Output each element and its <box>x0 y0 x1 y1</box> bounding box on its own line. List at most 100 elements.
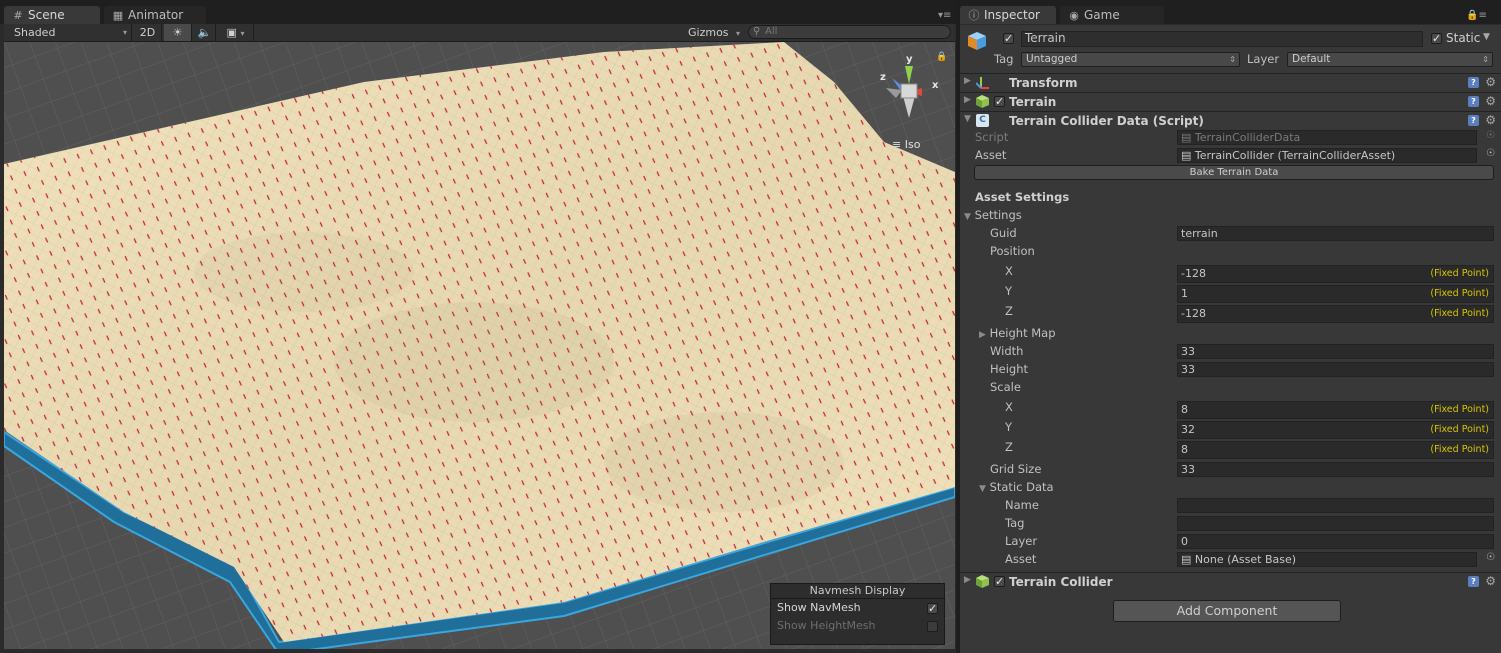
terrain-collider-enabled-checkbox[interactable]: ✓ <box>994 576 1005 587</box>
help-icon[interactable]: ? <box>1468 77 1479 88</box>
lighting-toggle[interactable]: ☀ <box>164 24 192 41</box>
static-asset-label: Asset <box>1005 552 1037 566</box>
collapse-arrow-icon: ▼ <box>979 484 986 494</box>
gizmo-x-label: x <box>932 80 939 91</box>
grid-size-input[interactable]: 33 <box>1177 462 1494 477</box>
script-icon: C <box>976 114 989 127</box>
inspector-tabbar: ⓘ Inspector ◉ Game 🔒≡ <box>960 0 1501 24</box>
projection-toggle[interactable]: ≡ Iso <box>892 138 920 151</box>
gear-icon[interactable]: ⚙ <box>1485 75 1496 89</box>
terrain-collider-icon <box>976 575 989 588</box>
lock-icon[interactable]: 🔒 <box>936 52 947 62</box>
image-icon: ▣ <box>226 26 237 39</box>
search-input[interactable]: ⚲ All <box>748 25 951 39</box>
position-z-input[interactable]: -128 (Fixed Point) <box>1177 305 1494 323</box>
tab-scene[interactable]: # Scene <box>4 6 100 24</box>
updown-icon: ⇕ <box>1482 55 1489 64</box>
gameobject-cube-icon <box>967 31 987 51</box>
bake-terrain-data-button[interactable]: Bake Terrain Data <box>974 165 1494 180</box>
height-map-foldout[interactable]: ▶ Height Map <box>979 325 1056 343</box>
static-layer-input[interactable]: 0 <box>1177 534 1494 549</box>
shading-dropdown[interactable]: Shaded ▾ <box>4 24 132 41</box>
navmesh-display-panel: Navmesh Display Show NavMesh ✓ Show Heig… <box>770 583 945 645</box>
width-input[interactable]: 33 <box>1177 344 1494 359</box>
chevron-down-icon: ▾ <box>736 29 741 38</box>
scale-x-input[interactable]: 8 (Fixed Point) <box>1177 401 1494 419</box>
add-component-button[interactable]: Add Component <box>1113 600 1341 622</box>
gear-icon[interactable]: ⚙ <box>1485 94 1496 108</box>
show-navmesh-checkbox[interactable]: ✓ <box>927 603 938 614</box>
panel-menu-icon[interactable]: ▾≡ <box>938 10 951 21</box>
asset-file-icon: ▤ <box>1181 553 1195 566</box>
asset-field[interactable]: ▤ TerrainCollider (TerrainColliderAsset) <box>1177 148 1477 163</box>
position-y-input[interactable]: 1 (Fixed Point) <box>1177 285 1494 303</box>
help-icon[interactable]: ? <box>1468 576 1479 587</box>
search-icon: ⚲ <box>753 26 761 37</box>
tab-animator[interactable]: ▦ Animator <box>104 6 206 24</box>
layer-label: Layer <box>1247 52 1280 66</box>
tag-dropdown[interactable]: Untagged ⇕ <box>1021 52 1240 67</box>
expand-arrow-icon: ▶ <box>964 76 971 86</box>
static-checkbox[interactable]: ✓ <box>1431 33 1442 44</box>
object-picker-icon[interactable]: ☉ <box>1486 552 1495 563</box>
position-y-label: Y <box>1005 284 1013 298</box>
terrain-icon <box>976 95 989 108</box>
height-input[interactable]: 33 <box>1177 362 1494 377</box>
guid-input[interactable]: terrain <box>1177 226 1494 241</box>
expand-arrow-icon: ▶ <box>964 95 971 105</box>
show-heightmesh-checkbox[interactable] <box>927 621 938 632</box>
scene-icon: # <box>13 9 23 22</box>
speaker-icon: 🔈 <box>197 26 212 39</box>
settings-foldout[interactable]: ▼ Settings <box>964 207 1022 225</box>
script-label: Script <box>975 130 1009 144</box>
navmesh-panel-title: Navmesh Display <box>771 584 944 599</box>
gizmos-dropdown[interactable]: Gizmos ▾ <box>688 24 744 41</box>
tab-game[interactable]: ◉ Game <box>1060 6 1164 24</box>
static-label: Static <box>1446 31 1481 45</box>
transform-component-header[interactable]: ▶ Transform ? ⚙ <box>960 73 1501 92</box>
expand-arrow-icon: ▶ <box>964 575 971 585</box>
transform-axes-icon <box>975 76 989 89</box>
orientation-gizmo[interactable]: y x z ≡ Iso <box>872 54 946 154</box>
position-x-input[interactable]: -128 (Fixed Point) <box>1177 265 1494 283</box>
collider-data-component-header[interactable]: ▼ C Terrain Collider Data (Script) ? ⚙ <box>960 111 1501 130</box>
object-picker-icon: ☉ <box>1486 130 1495 141</box>
audio-toggle[interactable]: 🔈 <box>194 24 216 41</box>
height-label: Height <box>990 362 1029 376</box>
scene-toolbar: Shaded ▾ 2D ☀ 🔈 ▣ ▾ Gizmos ▾ ⚲ All <box>4 24 955 42</box>
static-name-label: Name <box>1005 498 1039 512</box>
static-data-foldout[interactable]: ▼ Static Data <box>979 479 1054 497</box>
scale-y-input[interactable]: 32 (Fixed Point) <box>1177 421 1494 439</box>
chevron-down-icon: ▾ <box>122 28 127 37</box>
width-label: Width <box>990 344 1024 358</box>
layer-dropdown[interactable]: Default ⇕ <box>1287 52 1493 67</box>
object-name-input[interactable]: Terrain <box>1021 31 1423 47</box>
show-navmesh-row[interactable]: Show NavMesh ✓ <box>771 599 944 617</box>
static-tag-input[interactable] <box>1177 516 1494 531</box>
scale-z-label: Z <box>1005 440 1013 454</box>
terrain-collider-component-header[interactable]: ▶ ✓ Terrain Collider ? ⚙ <box>960 572 1501 591</box>
static-name-input[interactable] <box>1177 498 1494 513</box>
collapse-arrow-icon: ▼ <box>964 212 971 222</box>
object-picker-icon[interactable]: ☉ <box>1486 148 1495 159</box>
terrain-enabled-checkbox[interactable]: ✓ <box>994 96 1005 107</box>
effects-dropdown[interactable]: ▣ ▾ <box>218 24 254 41</box>
help-icon[interactable]: ? <box>1468 96 1479 107</box>
gear-icon[interactable]: ⚙ <box>1485 113 1496 127</box>
show-heightmesh-row[interactable]: Show HeightMesh <box>771 617 944 635</box>
tab-inspector[interactable]: ⓘ Inspector <box>960 6 1056 24</box>
active-checkbox[interactable]: ✓ <box>1003 33 1014 44</box>
asset-file-icon: ▤ <box>1181 149 1195 162</box>
inspector-lock-icon[interactable]: 🔒≡ <box>1466 10 1487 21</box>
scene-viewport[interactable]: y x z ≡ Iso 🔒 Navmesh Display Show NavMe… <box>4 42 955 649</box>
scale-z-input[interactable]: 8 (Fixed Point) <box>1177 441 1494 459</box>
chevron-down-icon[interactable]: ▼ <box>1483 32 1490 42</box>
2d-toggle[interactable]: 2D <box>134 24 162 41</box>
grid-size-label: Grid Size <box>990 462 1042 476</box>
gear-icon[interactable]: ⚙ <box>1485 574 1496 588</box>
static-asset-field[interactable]: ▤ None (Asset Base) <box>1177 552 1477 567</box>
animator-icon: ▦ <box>112 9 124 22</box>
gizmo-z-label: z <box>880 72 886 83</box>
help-icon[interactable]: ? <box>1468 115 1479 126</box>
terrain-component-header[interactable]: ▶ ✓ Terrain ? ⚙ <box>960 92 1501 111</box>
